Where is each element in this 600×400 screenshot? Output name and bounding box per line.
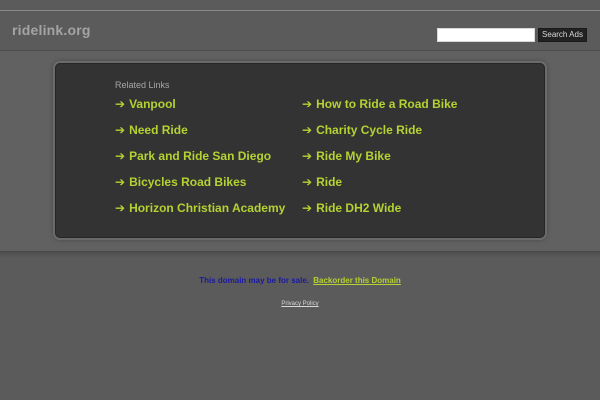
related-link[interactable]: ➔ Vanpool	[115, 97, 176, 111]
page: ridelink.org Search Ads Related Links ➔ V…	[0, 0, 600, 400]
site-title[interactable]: ridelink.org	[12, 22, 91, 38]
related-link-label: Ride	[316, 175, 343, 189]
arrow-right-icon: ➔	[302, 201, 313, 215]
related-links-heading: Related Links	[115, 80, 170, 90]
arrow-right-icon: ➔	[302, 97, 313, 111]
arrow-right-icon: ➔	[115, 201, 126, 215]
related-link[interactable]: ➔ Park and Ride San Diego	[115, 149, 271, 163]
related-link[interactable]: ➔ Need Ride	[115, 123, 188, 137]
sale-text: This domain may be for sale.	[199, 276, 309, 285]
related-link-label: Vanpool	[129, 97, 176, 111]
sale-notice: This domain may be for sale. Backorder t…	[0, 276, 600, 285]
related-link[interactable]: ➔ Horizon Christian Academy	[115, 201, 285, 215]
arrow-right-icon: ➔	[115, 123, 126, 137]
backorder-link[interactable]: Backorder this Domain	[313, 276, 401, 285]
search-ads-button[interactable]: Search Ads	[538, 28, 587, 42]
related-link[interactable]: ➔ Ride My Bike	[302, 149, 391, 163]
privacy-policy-link[interactable]: Privacy Policy	[0, 301, 600, 307]
related-link-label: Bicycles Road Bikes	[129, 175, 247, 189]
related-link-label: Horizon Christian Academy	[129, 201, 286, 215]
related-link-label: Park and Ride San Diego	[129, 149, 272, 163]
related-link[interactable]: ➔ Bicycles Road Bikes	[115, 175, 246, 189]
search-input[interactable]	[437, 28, 535, 42]
related-link[interactable]: ➔ Ride DH2 Wide	[302, 201, 401, 215]
band-shadow	[0, 252, 600, 258]
arrow-right-icon: ➔	[115, 175, 126, 189]
related-link[interactable]: ➔ Ride	[302, 175, 342, 189]
related-link[interactable]: ➔ Charity Cycle Ride	[302, 123, 422, 137]
related-links-panel: Related Links ➔ Vanpool ➔ Need Ride ➔ Park …	[55, 63, 545, 238]
arrow-right-icon: ➔	[115, 97, 126, 111]
related-link-label: Ride My Bike	[316, 149, 391, 163]
related-link[interactable]: ➔ How to Ride a Road Bike	[302, 97, 457, 111]
arrow-right-icon: ➔	[302, 175, 313, 189]
related-link-label: Ride DH2 Wide	[316, 201, 402, 215]
related-link-label: How to Ride a Road Bike	[316, 97, 458, 111]
related-link-label: Need Ride	[129, 123, 188, 137]
arrow-right-icon: ➔	[302, 149, 313, 163]
arrow-right-icon: ➔	[302, 123, 313, 137]
arrow-right-icon: ➔	[115, 149, 126, 163]
related-link-label: Charity Cycle Ride	[316, 123, 423, 137]
